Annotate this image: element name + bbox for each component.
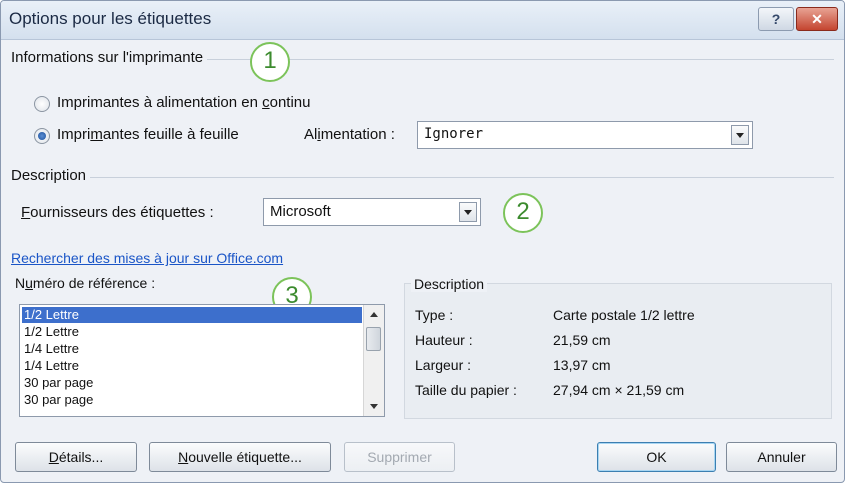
details-description-box: Description Type : Carte postale 1/2 let… bbox=[404, 276, 832, 419]
list-scrollbar[interactable] bbox=[363, 305, 384, 416]
type-key: Type : bbox=[415, 307, 454, 323]
height-key: Hauteur : bbox=[415, 332, 473, 348]
list-item[interactable]: 30 par page bbox=[22, 375, 362, 391]
page-printer-radio[interactable] bbox=[34, 128, 50, 144]
ok-button[interactable]: OK bbox=[597, 442, 716, 472]
height-value: 21,59 cm bbox=[553, 332, 611, 348]
paper-size-key: Taille du papier : bbox=[415, 382, 517, 398]
list-item[interactable]: 1/2 Lettre bbox=[22, 324, 362, 340]
dialog-title: Options pour les étiquettes bbox=[9, 9, 212, 28]
feed-select-value: Ignorer bbox=[424, 126, 484, 142]
scroll-down-icon[interactable] bbox=[370, 404, 378, 409]
width-value: 13,97 cm bbox=[553, 357, 611, 373]
type-value: Carte postale 1/2 lettre bbox=[553, 307, 695, 323]
continuous-feed-label[interactable]: Imprimantes à alimentation en continu bbox=[57, 94, 310, 111]
chevron-down-icon[interactable] bbox=[731, 125, 749, 145]
scroll-thumb[interactable] bbox=[366, 327, 381, 351]
callout-2: 2 bbox=[503, 193, 543, 233]
width-key: Largeur : bbox=[415, 357, 472, 373]
list-item[interactable]: 30 par page bbox=[22, 392, 362, 408]
title-bar: Options pour les étiquettes ? ✕ bbox=[1, 1, 844, 40]
page-printer-label[interactable]: Imprimantes feuille à feuille bbox=[57, 126, 239, 143]
feed-label: Alimentation : bbox=[304, 126, 395, 143]
vendor-label: Fournisseurs des étiquettes : bbox=[21, 204, 214, 221]
details-button[interactable]: Détails... bbox=[15, 442, 137, 472]
cancel-button[interactable]: Annuler bbox=[726, 442, 837, 472]
callout-1: 1 bbox=[250, 42, 290, 82]
new-label-button[interactable]: Nouvelle étiquette... bbox=[149, 442, 331, 472]
help-button[interactable]: ? bbox=[758, 7, 794, 31]
list-item-selected[interactable]: 1/2 Lettre bbox=[22, 307, 362, 323]
description-group-divider bbox=[13, 177, 834, 178]
list-item[interactable]: 1/4 Lettre bbox=[22, 341, 362, 357]
chevron-down-icon[interactable] bbox=[459, 202, 477, 222]
details-group-label: Description bbox=[411, 276, 488, 292]
reference-label: Numéro de référence : bbox=[15, 275, 156, 291]
list-item[interactable]: 1/4 Lettre bbox=[22, 358, 362, 374]
scroll-up-icon[interactable] bbox=[370, 312, 378, 317]
feed-select[interactable]: Ignorer bbox=[417, 121, 753, 149]
description-group-label: Description bbox=[11, 167, 91, 184]
continuous-feed-radio[interactable] bbox=[34, 96, 50, 112]
reference-listbox[interactable]: 1/2 Lettre 1/2 Lettre 1/4 Lettre 1/4 Let… bbox=[19, 304, 385, 417]
vendor-select-value: Microsoft bbox=[270, 203, 331, 220]
delete-button[interactable]: Supprimer bbox=[344, 442, 455, 472]
paper-size-value: 27,94 cm × 21,59 cm bbox=[553, 382, 685, 398]
close-button[interactable]: ✕ bbox=[796, 7, 838, 31]
printer-group-label: Informations sur l'imprimante bbox=[11, 49, 208, 66]
vendor-select[interactable]: Microsoft bbox=[263, 198, 481, 226]
update-link[interactable]: Rechercher des mises à jour sur Office.c… bbox=[11, 250, 283, 266]
label-options-dialog: Options pour les étiquettes ? ✕ Informat… bbox=[0, 0, 845, 483]
